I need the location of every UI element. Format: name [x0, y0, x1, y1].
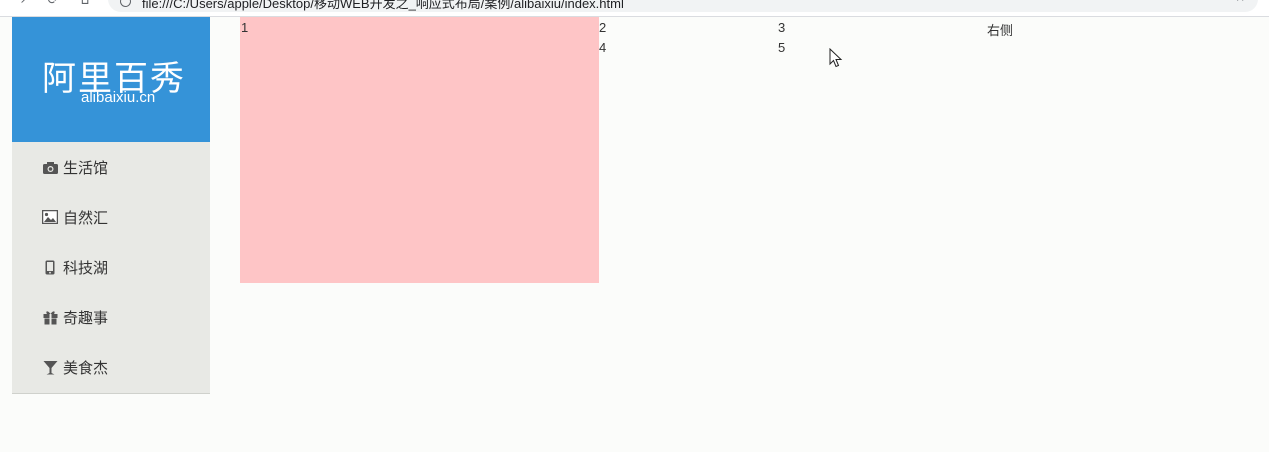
info-icon[interactable]	[120, 0, 131, 7]
star-icon[interactable]: ☆	[1234, 0, 1246, 5]
menu-item-label: 生活馆	[63, 158, 109, 177]
reload-icon[interactable]: ⟳	[46, 0, 60, 8]
grid-cell-5: 5	[778, 40, 786, 55]
gift-icon	[42, 309, 58, 325]
mouse-cursor-icon	[829, 48, 843, 68]
menu-item-tech[interactable]: 科技湖	[12, 242, 210, 292]
grid-cell-4: 4	[599, 40, 607, 55]
menu-item-nature[interactable]: 自然汇	[12, 192, 210, 242]
cell-label: 1	[241, 20, 249, 35]
cocktail-icon	[42, 359, 58, 375]
browser-toolbar: › ⟳ ⌂ file:///C:/Users/apple/Desktop/移动W…	[0, 0, 1269, 17]
nav-menu: 生活馆 自然汇 科技湖 奇趣事 美食杰	[12, 142, 210, 392]
menu-item-label: 美食杰	[63, 358, 109, 377]
right-side-label: 右侧	[987, 23, 1014, 38]
camera-icon	[42, 159, 58, 175]
brand-domain: alibaixiu.cn	[81, 89, 156, 106]
grid-cell-3: 3	[778, 20, 786, 35]
address-bar[interactable]: file:///C:/Users/apple/Desktop/移动WEB开发之_…	[108, 0, 1258, 12]
menu-item-label: 科技湖	[63, 258, 109, 277]
home-icon[interactable]: ⌂	[78, 0, 92, 8]
phone-icon	[42, 259, 58, 275]
url-text[interactable]: file:///C:/Users/apple/Desktop/移动WEB开发之_…	[142, 0, 624, 12]
brand-logo[interactable]: 阿里百秀 alibaixiu.cn	[12, 17, 210, 142]
sidebar: 阿里百秀 alibaixiu.cn 生活馆 自然汇 科技湖 奇趣事 美食杰	[12, 17, 210, 394]
menu-item-fun[interactable]: 奇趣事	[12, 292, 210, 342]
menu-item-label: 奇趣事	[63, 308, 109, 327]
menu-item-life[interactable]: 生活馆	[12, 142, 210, 192]
grid-cell-2: 2	[599, 20, 607, 35]
grid-cell-1: 1	[240, 17, 599, 283]
menu-item-label: 自然汇	[63, 208, 109, 227]
arrow-forward-icon[interactable]: ›	[16, 0, 30, 8]
image-icon	[42, 209, 58, 225]
menu-item-food[interactable]: 美食杰	[12, 342, 210, 392]
